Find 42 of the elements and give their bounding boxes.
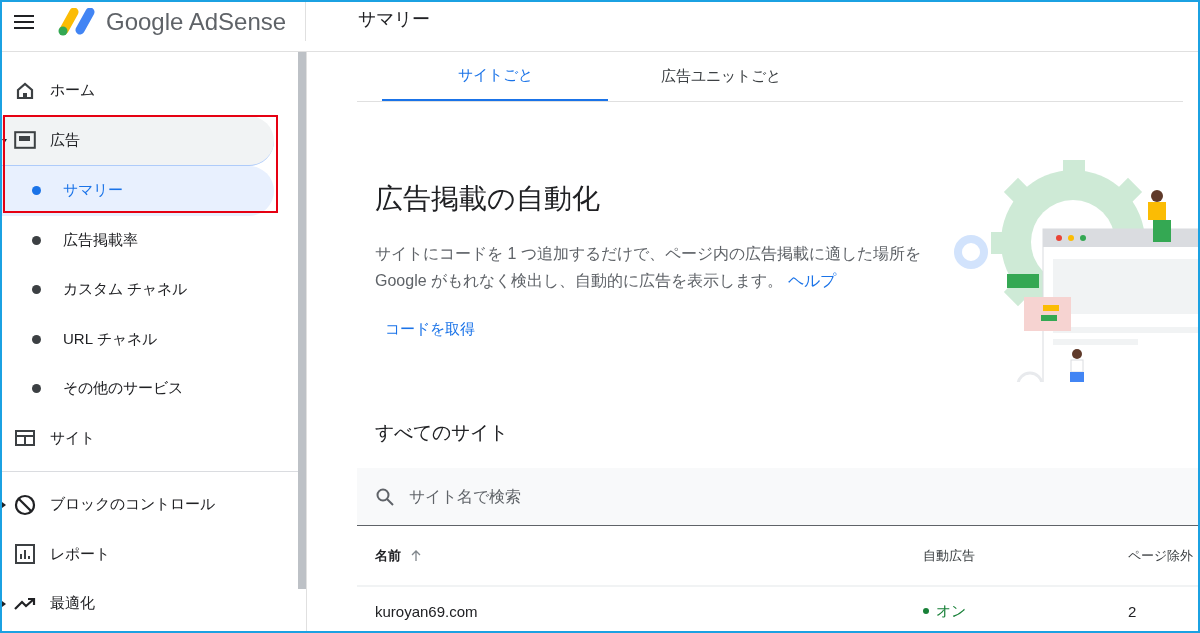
- sidebar-item[interactable]: サイト: [2, 413, 274, 463]
- search-icon: [375, 486, 395, 507]
- scrollbar-thumb[interactable]: [298, 52, 306, 589]
- sidebar-subitem[interactable]: その他のサービス: [2, 364, 274, 414]
- sidebar-item[interactable]: ブロックのコントロール: [2, 480, 274, 530]
- sidebar-subitem[interactable]: サマリー: [2, 166, 274, 216]
- bar-chart-icon: [14, 544, 36, 565]
- trending-up-icon: [14, 596, 36, 611]
- hero-description: サイトにコードを 1 つ追加するだけで、ページ内の広告掲載に適した場所を Google がもれなく検出し、自動的に広告を表示します。 ヘルプ: [375, 244, 922, 291]
- layout-icon: [14, 430, 36, 447]
- search-input[interactable]: サイト名で検索: [407, 486, 1198, 507]
- sidebar-item[interactable]: ホーム: [2, 66, 274, 116]
- search-field[interactable]: サイト名で検索: [357, 468, 1198, 526]
- block-icon: [14, 493, 36, 516]
- sidebar-item[interactable]: レポート: [2, 529, 274, 579]
- caret-icon: [2, 137, 7, 144]
- ad-frame-icon: [14, 131, 36, 150]
- tab[interactable]: サイトごと: [382, 52, 608, 101]
- menu-icon[interactable]: [14, 13, 34, 30]
- sidebar-subitem[interactable]: カスタム チャネル: [2, 265, 274, 315]
- sidebar-item[interactable]: 広告: [2, 115, 274, 166]
- sidebar-subitem[interactable]: 広告掲載率: [2, 215, 274, 265]
- exclusion-count-cell: 2: [1128, 602, 1137, 620]
- column-header[interactable]: 名前: [375, 546, 401, 565]
- sidebar-subitem[interactable]: URL チャネル: [2, 314, 274, 364]
- sort-up-arrow-icon[interactable]: [411, 549, 421, 562]
- caret-icon: [2, 502, 7, 508]
- page-title: サマリー: [357, 8, 430, 31]
- column-header: ページ除外: [1128, 547, 1193, 563]
- hero-title: 広告掲載の自動化: [375, 182, 601, 216]
- tab[interactable]: 広告ユニットごと: [608, 52, 834, 101]
- site-name-cell: kuroyan69.com: [375, 602, 478, 620]
- logo-icon: [58, 7, 96, 36]
- section-title: すべてのサイト: [374, 421, 509, 445]
- caret-icon: [2, 601, 7, 607]
- product-name: Google AdSense: [106, 7, 287, 36]
- sidebar-item[interactable]: 最適化: [2, 579, 274, 629]
- get-code-button[interactable]: コードを取得: [375, 312, 485, 347]
- help-link[interactable]: ヘルプ: [787, 272, 836, 289]
- column-header: 自動広告: [923, 546, 975, 565]
- home-icon: [14, 80, 36, 101]
- auto-ads-status: オン: [936, 601, 966, 621]
